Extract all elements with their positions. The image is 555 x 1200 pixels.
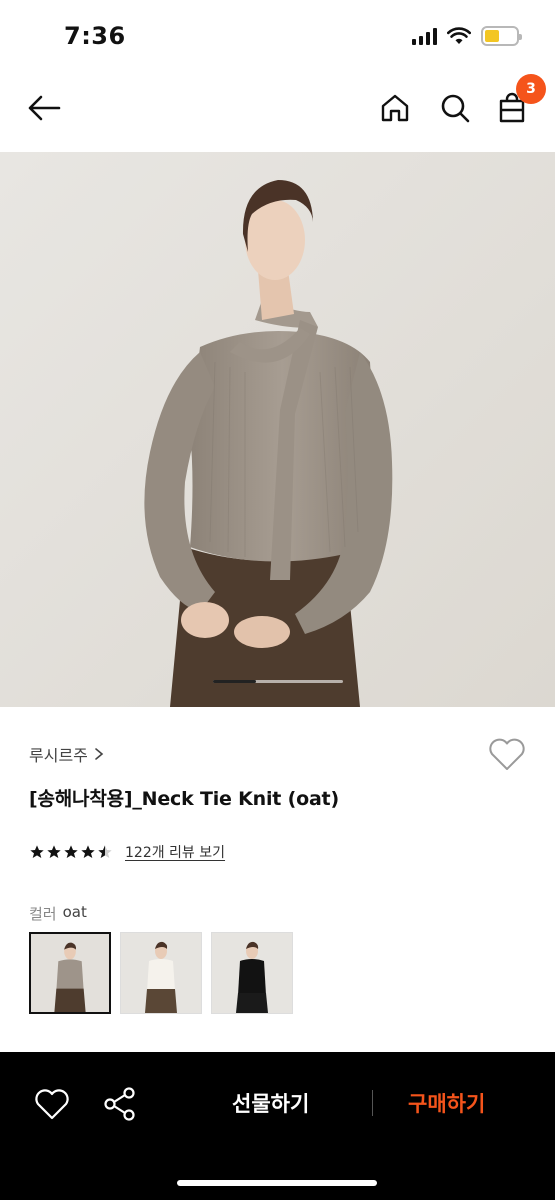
swatch-black[interactable] bbox=[211, 932, 293, 1014]
brand-link[interactable]: 루시르주 bbox=[29, 742, 104, 766]
star-full-icon bbox=[81, 845, 95, 858]
carousel-indicator-active bbox=[213, 680, 256, 683]
buy-button[interactable]: 구매하기 bbox=[408, 1088, 485, 1118]
status-time: 7:36 bbox=[64, 22, 126, 50]
product-image-carousel[interactable] bbox=[0, 152, 555, 707]
back-arrow-icon bbox=[28, 95, 61, 121]
color-swatches bbox=[29, 932, 293, 1014]
rating-row: 122개 리뷰 보기 bbox=[29, 842, 225, 862]
carousel-indicator bbox=[213, 680, 343, 683]
battery-icon bbox=[481, 26, 522, 46]
cart-count-badge: 3 bbox=[516, 74, 546, 104]
cellular-signal-icon bbox=[412, 27, 437, 45]
search-icon bbox=[441, 94, 470, 123]
swatch-ivory[interactable] bbox=[120, 932, 202, 1014]
bottom-action-bar: 선물하기 구매하기 bbox=[0, 1052, 555, 1200]
product-title: [송해나착용]_Neck Tie Knit (oat) bbox=[29, 788, 339, 810]
status-icons bbox=[412, 26, 522, 46]
top-nav: 3 bbox=[0, 70, 555, 152]
swatch-black-thumbnail bbox=[212, 933, 292, 1013]
like-heart-icon[interactable] bbox=[32, 1084, 72, 1124]
home-button[interactable] bbox=[375, 88, 415, 128]
action-divider bbox=[372, 1090, 373, 1116]
chevron-right-icon bbox=[95, 748, 104, 760]
reviews-link[interactable]: 122개 리뷰 보기 bbox=[125, 842, 225, 862]
wifi-icon bbox=[447, 27, 471, 44]
star-half-icon bbox=[98, 845, 112, 858]
status-bar: 7:36 bbox=[0, 0, 555, 70]
color-option-label: 컬러 oat bbox=[29, 903, 87, 924]
share-icon[interactable] bbox=[100, 1084, 140, 1124]
star-full-icon bbox=[30, 845, 44, 858]
swatch-ivory-thumbnail bbox=[121, 933, 201, 1013]
back-button[interactable] bbox=[24, 88, 64, 128]
star-full-icon bbox=[47, 845, 61, 858]
wishlist-heart-icon[interactable] bbox=[487, 736, 527, 772]
cart-button[interactable]: 3 bbox=[492, 74, 546, 128]
color-label: 컬러 bbox=[29, 905, 57, 923]
rating-stars bbox=[29, 844, 113, 860]
swatch-oat-thumbnail bbox=[31, 934, 109, 1012]
brand-name: 루시르주 bbox=[29, 746, 88, 765]
home-icon bbox=[381, 94, 409, 122]
gift-button[interactable]: 선물하기 bbox=[232, 1088, 309, 1118]
star-full-icon bbox=[64, 845, 78, 858]
swatch-oat[interactable] bbox=[29, 932, 111, 1014]
home-indicator bbox=[177, 1180, 377, 1186]
search-button[interactable] bbox=[435, 88, 475, 128]
product-photo bbox=[0, 152, 555, 707]
selected-color-value: oat bbox=[62, 903, 87, 921]
